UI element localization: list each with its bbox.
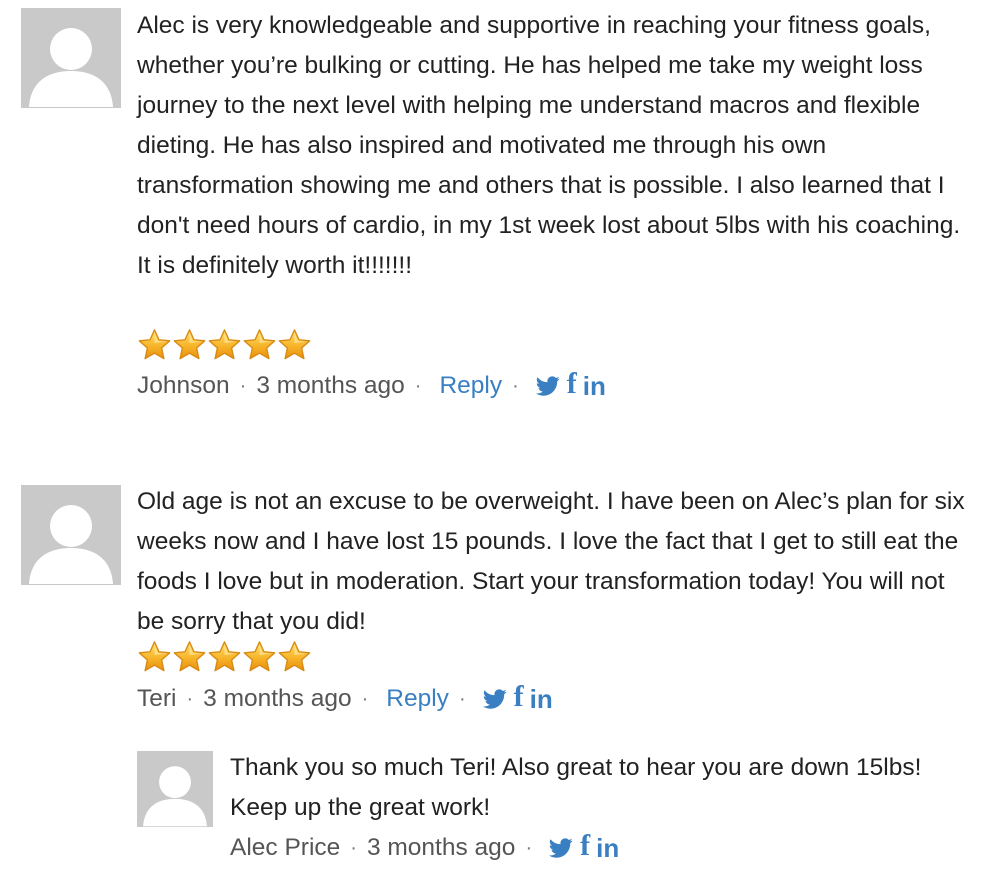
star-rating xyxy=(137,328,967,362)
separator: · xyxy=(525,836,533,859)
separator: · xyxy=(186,687,194,710)
avatar xyxy=(21,485,121,585)
star-icon xyxy=(207,328,242,362)
comment-author: Alec Price xyxy=(230,834,341,861)
comment-meta: Teri · 3 months ago · Reply · f in xyxy=(137,679,967,719)
star-icon xyxy=(242,640,277,674)
comment-time[interactable]: 3 months ago xyxy=(367,834,515,862)
separator: · xyxy=(350,836,357,859)
user-avatar-icon xyxy=(137,756,213,827)
star-rating xyxy=(137,640,967,674)
comment-time[interactable]: 3 months ago xyxy=(203,685,351,713)
share-links: f in xyxy=(548,831,619,861)
comment-time[interactable]: 3 months ago xyxy=(256,372,404,400)
star-icon xyxy=(207,640,242,674)
star-icon xyxy=(277,640,312,674)
user-avatar-icon xyxy=(21,492,121,584)
separator: · xyxy=(361,687,369,710)
separator: · xyxy=(458,687,466,710)
separator: · xyxy=(239,374,247,397)
facebook-icon[interactable]: f xyxy=(567,369,577,399)
linkedin-icon[interactable]: in xyxy=(530,686,553,712)
reply-link[interactable]: Reply xyxy=(439,372,502,400)
comment-author: Johnson xyxy=(137,372,230,399)
comment-text: Thank you so much Teri! Also great to he… xyxy=(230,754,922,821)
star-icon xyxy=(277,328,312,362)
star-icon xyxy=(137,640,172,674)
comment-text: Old age is not an excuse to be overweigh… xyxy=(137,488,965,635)
twitter-icon[interactable] xyxy=(482,687,508,711)
facebook-icon[interactable]: f xyxy=(514,682,524,712)
star-icon xyxy=(242,328,277,362)
avatar xyxy=(137,751,213,827)
linkedin-icon[interactable]: in xyxy=(596,835,619,861)
star-icon xyxy=(172,328,207,362)
comment-author: Teri xyxy=(137,685,177,712)
avatar xyxy=(21,8,121,108)
comment-body: Alec is very knowledgeable and supportiv… xyxy=(137,6,967,406)
reply-link[interactable]: Reply xyxy=(386,685,449,713)
share-links: f in xyxy=(482,682,553,712)
twitter-icon[interactable] xyxy=(535,374,561,398)
separator: · xyxy=(512,374,519,397)
comment-body: Old age is not an excuse to be overweigh… xyxy=(137,482,967,719)
star-icon xyxy=(137,328,172,362)
share-links: f in xyxy=(535,369,606,399)
facebook-icon[interactable]: f xyxy=(580,831,590,861)
separator: · xyxy=(414,374,422,397)
comment-body: Thank you so much Teri! Also great to he… xyxy=(230,748,960,868)
linkedin-icon[interactable]: in xyxy=(583,373,606,399)
star-icon xyxy=(172,640,207,674)
comment-meta: Johnson · 3 months ago · Reply · f in xyxy=(137,366,967,406)
comment-text: Alec is very knowledgeable and supportiv… xyxy=(137,12,961,279)
user-avatar-icon xyxy=(21,15,121,107)
comment-meta: Alec Price · 3 months ago · f in xyxy=(230,828,960,868)
twitter-icon[interactable] xyxy=(548,836,574,860)
